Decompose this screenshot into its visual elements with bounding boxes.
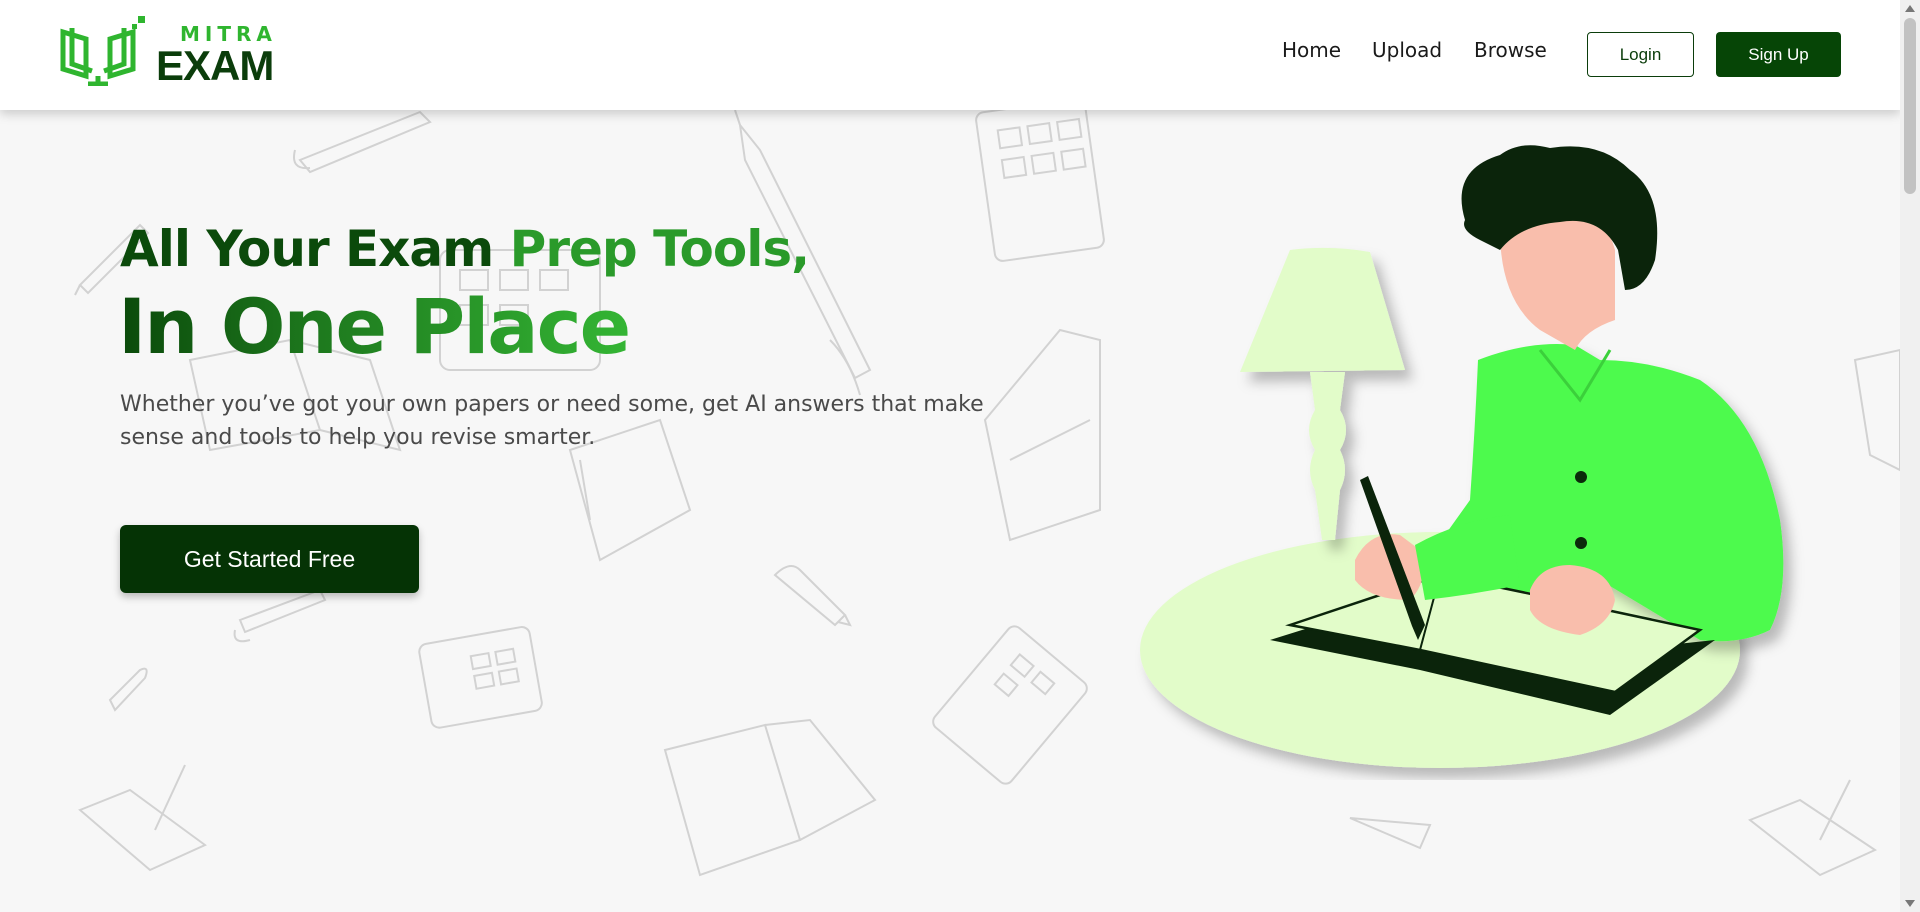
hero-title-part2: Prep Tools, bbox=[509, 220, 810, 278]
scroll-down-arrow-icon[interactable] bbox=[1905, 900, 1915, 907]
top-navbar: MITRA EXAM Home Upload Browse Login Sign… bbox=[0, 0, 1900, 110]
hero-subtitle: Whether you’ve got your own papers or ne… bbox=[120, 392, 984, 450]
logo-text-bottom: EXAM bbox=[156, 42, 274, 89]
pen-icon bbox=[233, 588, 327, 643]
paper-icon bbox=[983, 328, 1101, 542]
calculator-icon bbox=[975, 110, 1105, 262]
login-button[interactable]: Login bbox=[1587, 32, 1694, 77]
calculator-icon bbox=[418, 626, 543, 729]
hero-title-line2: In One Place bbox=[118, 282, 631, 371]
paper-icon bbox=[78, 764, 207, 872]
paper-icon bbox=[1349, 817, 1432, 850]
signup-button[interactable]: Sign Up bbox=[1716, 32, 1841, 77]
hero-title-part1: All Your Exam bbox=[120, 220, 510, 278]
nav-upload-link[interactable]: Upload bbox=[1372, 38, 1442, 62]
get-started-button[interactable]: Get Started Free bbox=[120, 525, 419, 593]
pen-icon bbox=[293, 110, 432, 174]
scroll-up-arrow-icon[interactable] bbox=[1905, 5, 1915, 12]
pencil-icon bbox=[108, 667, 148, 712]
student-studying-illustration bbox=[1140, 145, 1784, 768]
paper-icon bbox=[1748, 779, 1878, 877]
open-book-icon bbox=[663, 718, 877, 877]
book-logo-icon bbox=[60, 16, 145, 86]
logo[interactable]: MITRA EXAM bbox=[58, 14, 278, 89]
nav-home-link[interactable]: Home bbox=[1282, 38, 1341, 62]
vertical-scrollbar[interactable] bbox=[1900, 0, 1920, 912]
scrollbar-thumb[interactable] bbox=[1904, 18, 1916, 194]
paper-icon bbox=[1853, 348, 1900, 472]
calculator-icon bbox=[932, 625, 1088, 785]
nav-browse-link[interactable]: Browse bbox=[1474, 38, 1547, 62]
hero-title-line1: All Your Exam Prep Tools, bbox=[120, 220, 810, 278]
pencil-icon bbox=[773, 565, 852, 627]
